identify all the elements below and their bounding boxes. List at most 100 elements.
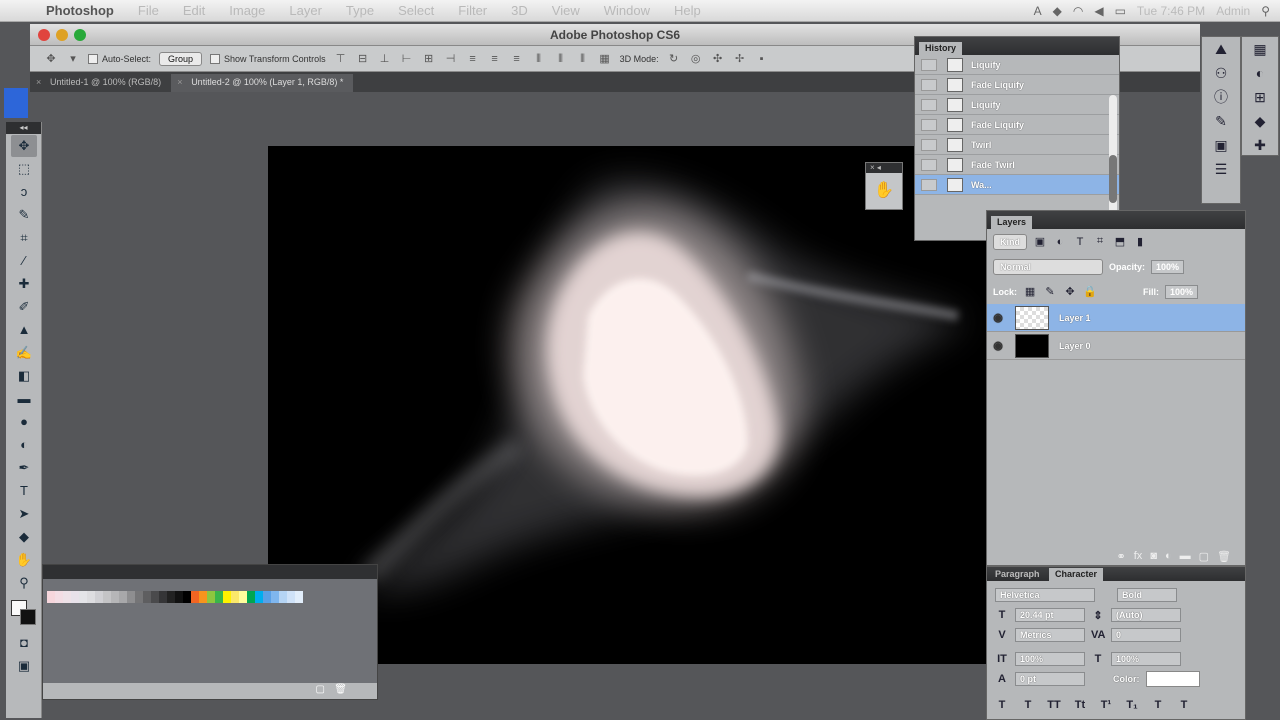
floating-tool-header[interactable]: × ◂ <box>866 163 902 173</box>
color-swatch[interactable] <box>143 591 151 603</box>
color-swatch[interactable] <box>79 591 87 603</box>
delete-layer-icon[interactable]: 🗑 <box>1217 550 1231 563</box>
properties-icon[interactable]: ☰ <box>1202 157 1240 181</box>
color-swatches[interactable] <box>11 600 37 626</box>
font-size-input[interactable]: 20.44 pt <box>1015 608 1085 622</box>
new-layer-icon[interactable]: ▢ <box>1199 550 1209 563</box>
filter-toggle-icon[interactable]: ▮ <box>1133 235 1147 248</box>
history-item[interactable]: Fade Liquify <box>915 115 1119 135</box>
color-swatch[interactable] <box>247 591 255 603</box>
tracking-input[interactable]: 0 <box>1111 628 1181 642</box>
layer-row-layer-1[interactable]: ◉ Layer 1 <box>987 304 1245 332</box>
menu-window[interactable]: Window <box>592 3 662 18</box>
menu-help[interactable]: Help <box>662 3 713 18</box>
tab-untitled-1[interactable]: × Untitled-1 @ 100% (RGB/8) <box>30 74 171 92</box>
menu-3d[interactable]: 3D <box>499 3 540 18</box>
brush-tool-icon[interactable]: ✐ <box>11 296 37 318</box>
spotlight-search-icon[interactable]: ⚲ <box>1261 4 1270 18</box>
tab-layers[interactable]: Layers <box>991 216 1033 229</box>
superscript-icon[interactable]: T¹ <box>1099 699 1113 711</box>
roll-3d-icon[interactable]: ◎ <box>689 52 703 66</box>
opacity-input[interactable]: 100% <box>1151 259 1185 274</box>
adobe-icon[interactable]: A <box>1034 4 1042 18</box>
menu-view[interactable]: View <box>540 3 592 18</box>
clone-source-icon[interactable]: ✚ <box>1242 133 1278 157</box>
hand-tool-icon[interactable]: ✋ <box>11 549 37 571</box>
lock-position-icon[interactable]: ✥ <box>1063 285 1077 298</box>
menu-filter[interactable]: Filter <box>446 3 499 18</box>
menu-select[interactable]: Select <box>386 3 446 18</box>
align-bottom-icon[interactable]: ⊥ <box>378 52 392 66</box>
link-layers-icon[interactable]: ⚭ <box>1117 550 1126 563</box>
fill-input[interactable]: 100% <box>1165 284 1199 299</box>
filter-shape-icon[interactable]: ⌗ <box>1093 235 1107 248</box>
lasso-tool-icon[interactable]: ↄ <box>11 181 37 203</box>
auto-select-dropdown[interactable]: Group <box>159 51 203 66</box>
background-color[interactable] <box>20 609 36 625</box>
color-swatch[interactable] <box>127 591 135 603</box>
color-swatch[interactable] <box>199 591 207 603</box>
color-icon[interactable]: ◐ <box>1242 61 1278 85</box>
slide-3d-icon[interactable]: ✢ <box>733 52 747 66</box>
clock-text[interactable]: Tue 7:46 PM <box>1137 4 1205 18</box>
tab-history[interactable]: History <box>919 42 963 55</box>
color-swatch[interactable] <box>71 591 79 603</box>
brush-presets-icon[interactable]: ✎ <box>1202 109 1240 133</box>
layer-filter-dropdown[interactable]: Kind <box>993 233 1027 250</box>
underline-icon[interactable]: T <box>1151 699 1165 711</box>
add-mask-icon[interactable]: ◙ <box>1150 550 1157 562</box>
distribute-left-icon[interactable]: ⦀ <box>532 52 546 66</box>
menu-image[interactable]: Image <box>217 3 277 18</box>
history-item[interactable]: Fade Liquify <box>915 75 1119 95</box>
font-style-dropdown[interactable]: Bold <box>1117 588 1177 602</box>
blur-tool-icon[interactable]: ● <box>11 411 37 433</box>
adjustments-icon[interactable]: ▣ <box>1202 133 1240 157</box>
eyedropper-tool-icon[interactable]: ⁄ <box>11 250 37 272</box>
color-swatch[interactable] <box>63 591 71 603</box>
baseline-shift-input[interactable]: 0 pt <box>1015 672 1085 686</box>
blend-mode-dropdown[interactable]: Normal <box>993 258 1103 275</box>
drag-3d-icon[interactable]: ✣ <box>711 52 725 66</box>
lock-all-icon[interactable]: 🔒 <box>1083 285 1097 298</box>
distribute-top-icon[interactable]: ≡ <box>466 52 480 66</box>
color-swatch[interactable] <box>271 591 279 603</box>
orbit-3d-icon[interactable]: ↻ <box>667 52 681 66</box>
small-caps-icon[interactable]: Tt <box>1073 699 1087 711</box>
color-swatch[interactable] <box>151 591 159 603</box>
new-swatch-icon[interactable]: ▢ <box>316 684 325 695</box>
menu-type[interactable]: Type <box>334 3 386 18</box>
strikethrough-icon[interactable]: T <box>1177 699 1191 711</box>
filter-pixel-icon[interactable]: ▣ <box>1033 235 1047 248</box>
eraser-tool-icon[interactable]: ◧ <box>11 365 37 387</box>
color-swatch[interactable] <box>119 591 127 603</box>
color-swatch[interactable] <box>95 591 103 603</box>
align-right-icon[interactable]: ⊣ <box>444 52 458 66</box>
move-tool-preset-icon[interactable]: ✥ <box>44 52 58 66</box>
menu-layer[interactable]: Layer <box>277 3 334 18</box>
color-swatch[interactable] <box>191 591 199 603</box>
history-brush-tool-icon[interactable]: ✍ <box>11 342 37 364</box>
color-swatch[interactable] <box>167 591 175 603</box>
healing-brush-tool-icon[interactable]: ✚ <box>11 273 37 295</box>
filter-type-icon[interactable]: T <box>1073 236 1087 248</box>
quick-select-tool-icon[interactable]: ✎ <box>11 204 37 226</box>
align-left-icon[interactable]: ⊢ <box>400 52 414 66</box>
distribute-hcenter-icon[interactable]: ⦀ <box>554 52 568 66</box>
color-swatch[interactable] <box>47 591 55 603</box>
color-swatch[interactable] <box>215 591 223 603</box>
color-swatch[interactable] <box>135 591 143 603</box>
distribute-vcenter-icon[interactable]: ≡ <box>488 52 502 66</box>
tab-paragraph[interactable]: Paragraph <box>989 568 1046 581</box>
screen-mode-icon[interactable]: ▣ <box>11 655 37 677</box>
filter-adjust-icon[interactable]: ◐ <box>1053 236 1067 248</box>
color-swatch[interactable] <box>255 591 263 603</box>
menu-file[interactable]: File <box>126 3 171 18</box>
color-swatch[interactable] <box>183 591 191 603</box>
quick-mask-icon[interactable]: ◘ <box>11 632 37 654</box>
move-tool-icon[interactable]: ✥ <box>11 135 37 157</box>
close-tab-icon[interactable]: × <box>36 77 41 87</box>
tab-untitled-2[interactable]: × Untitled-2 @ 100% (Layer 1, RGB/8) * <box>171 74 354 92</box>
show-transform-checkbox[interactable]: Show Transform Controls <box>210 53 326 64</box>
wifi-icon[interactable]: ◠ <box>1073 4 1083 18</box>
color-swatch[interactable] <box>223 591 231 603</box>
